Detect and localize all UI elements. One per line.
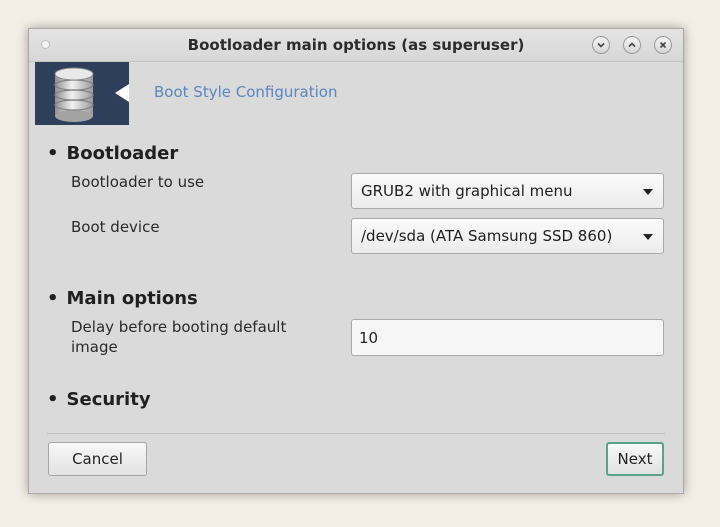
delay-label-line: image <box>71 338 118 356</box>
delay-label-line: Delay before booting default <box>71 318 287 336</box>
title-bar[interactable]: Bootloader main options (as superuser) <box>29 29 683 62</box>
delay-label: Delay before booting default image <box>71 317 286 357</box>
close-button[interactable] <box>654 36 672 54</box>
bullet: • <box>47 389 59 410</box>
cancel-button[interactable]: Cancel <box>48 442 147 476</box>
bootloader-select-value: GRUB2 with graphical menu <box>361 182 573 200</box>
section-heading: Main options <box>66 288 198 309</box>
chevron-down-icon <box>597 42 605 48</box>
bootloader-select[interactable]: GRUB2 with graphical menu <box>351 173 664 209</box>
bullet: • <box>47 288 59 309</box>
section-security[interactable]: • Security <box>47 389 151 410</box>
next-button[interactable]: Next <box>606 442 664 476</box>
window-title: Bootloader main options (as superuser) <box>187 36 525 54</box>
maximize-button[interactable] <box>623 36 641 54</box>
boot-device-select-value: /dev/sda (ATA Samsung SSD 860) <box>361 227 613 245</box>
dropdown-arrow-icon <box>643 234 653 240</box>
boot-device-label: Boot device <box>71 218 160 236</box>
delay-input[interactable] <box>351 319 664 356</box>
section-heading: Security <box>66 389 151 410</box>
section-bootloader: • Bootloader <box>47 143 178 164</box>
minimize-button[interactable] <box>592 36 610 54</box>
banner-image <box>35 62 129 125</box>
database-stack-icon <box>54 67 129 122</box>
section-main-options: • Main options <box>47 288 198 309</box>
banner-title: Boot Style Configuration <box>154 83 338 101</box>
close-icon <box>659 41 667 49</box>
dialog-window: Bootloader main options (as superuser) B… <box>28 28 684 494</box>
dropdown-arrow-icon <box>643 189 653 195</box>
bootloader-label: Bootloader to use <box>71 173 205 191</box>
section-heading: Bootloader <box>66 143 179 164</box>
chevron-up-icon <box>628 42 636 48</box>
boot-device-select[interactable]: /dev/sda (ATA Samsung SSD 860) <box>351 218 664 254</box>
bullet: • <box>47 143 59 164</box>
divider <box>47 433 665 434</box>
